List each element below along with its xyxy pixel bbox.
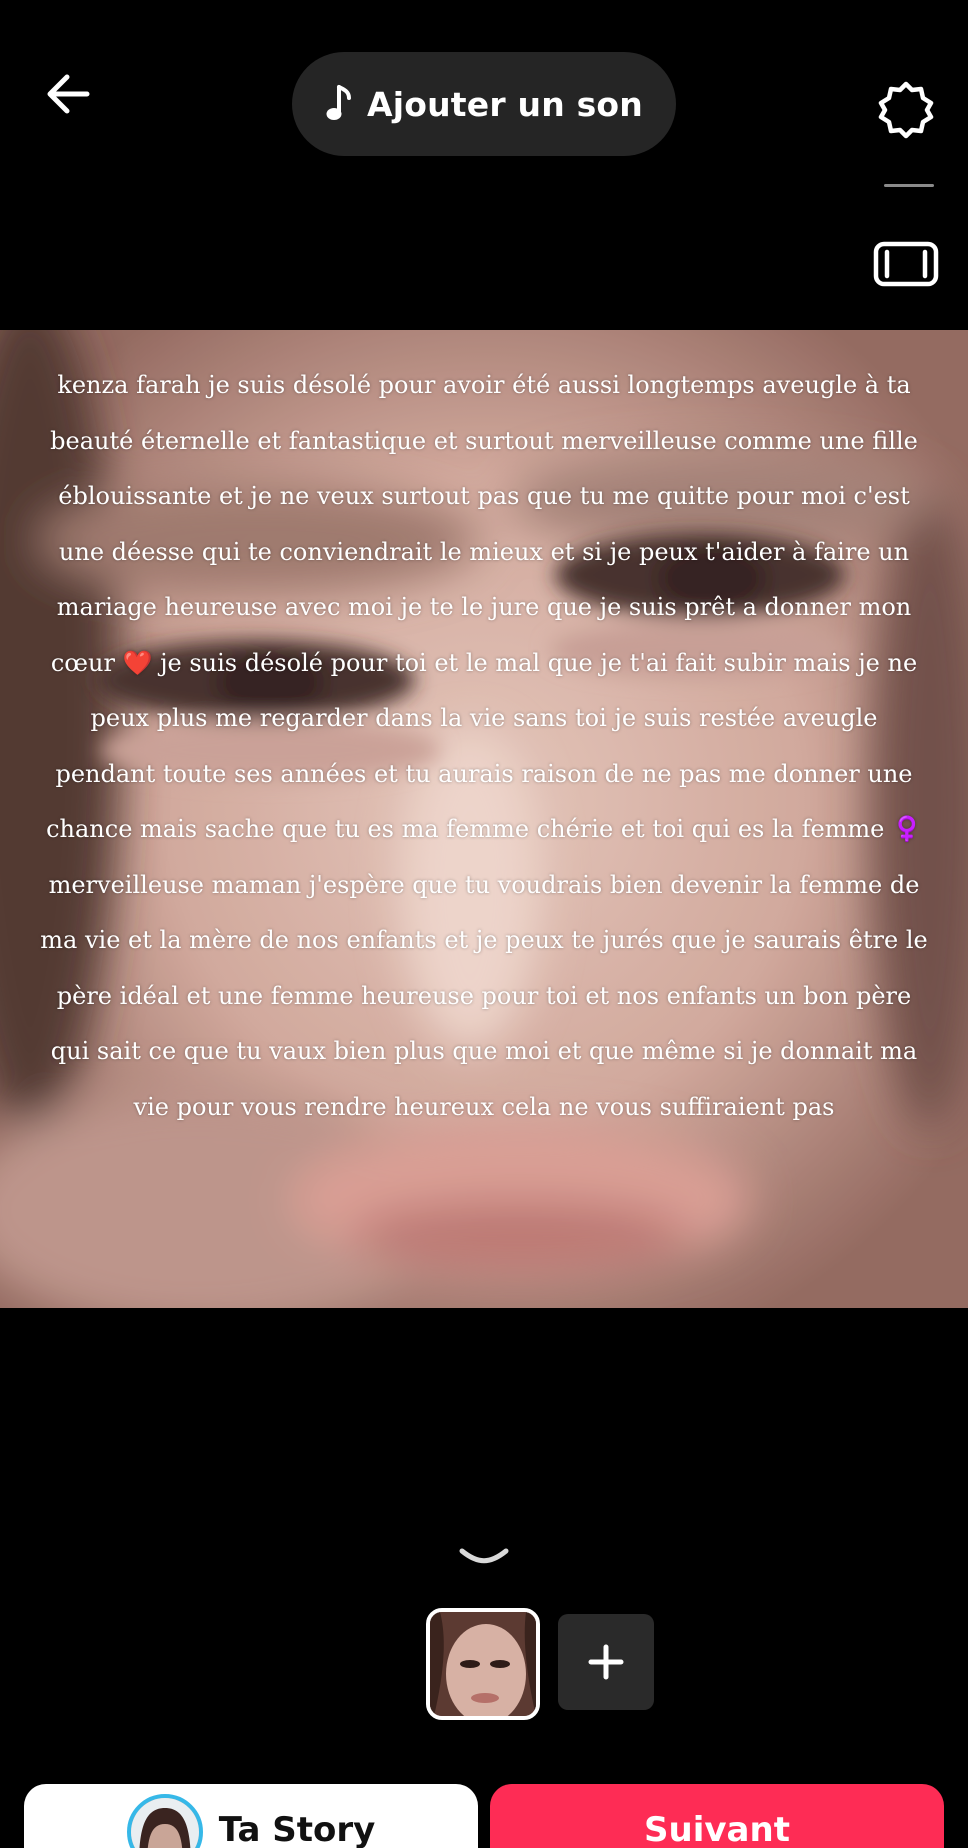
toolbar-divider — [884, 184, 934, 187]
chevron-down-icon[interactable] — [458, 1546, 510, 1572]
clip-thumbnail[interactable] — [426, 1608, 540, 1720]
back-button[interactable] — [40, 66, 96, 122]
settings-gear-icon — [878, 81, 934, 139]
add-sound-label: Ajouter un son — [366, 84, 644, 124]
settings-button[interactable] — [872, 76, 940, 144]
clip-thumbnail-image — [430, 1612, 536, 1716]
add-clip-button[interactable] — [558, 1614, 654, 1710]
overlay-text-sticker[interactable]: kenza farah je suis désolé pour avoir ét… — [40, 358, 928, 1135]
avatar — [126, 1794, 203, 1848]
media-preview[interactable]: kenza farah je suis désolé pour avoir ét… — [0, 330, 968, 1308]
arrow-left-icon — [47, 74, 90, 114]
aspect-ratio-icon — [873, 241, 939, 287]
music-note-icon — [326, 85, 351, 120]
aspect-ratio-button[interactable] — [872, 230, 940, 298]
next-label: Suivant — [644, 1810, 790, 1848]
next-button[interactable]: Suivant — [490, 1784, 944, 1848]
plus-icon — [588, 1644, 624, 1680]
add-sound-button[interactable]: Ajouter un son — [292, 52, 676, 156]
your-story-label: Ta Story — [218, 1810, 376, 1848]
your-story-button[interactable]: Ta Story — [24, 1784, 478, 1848]
